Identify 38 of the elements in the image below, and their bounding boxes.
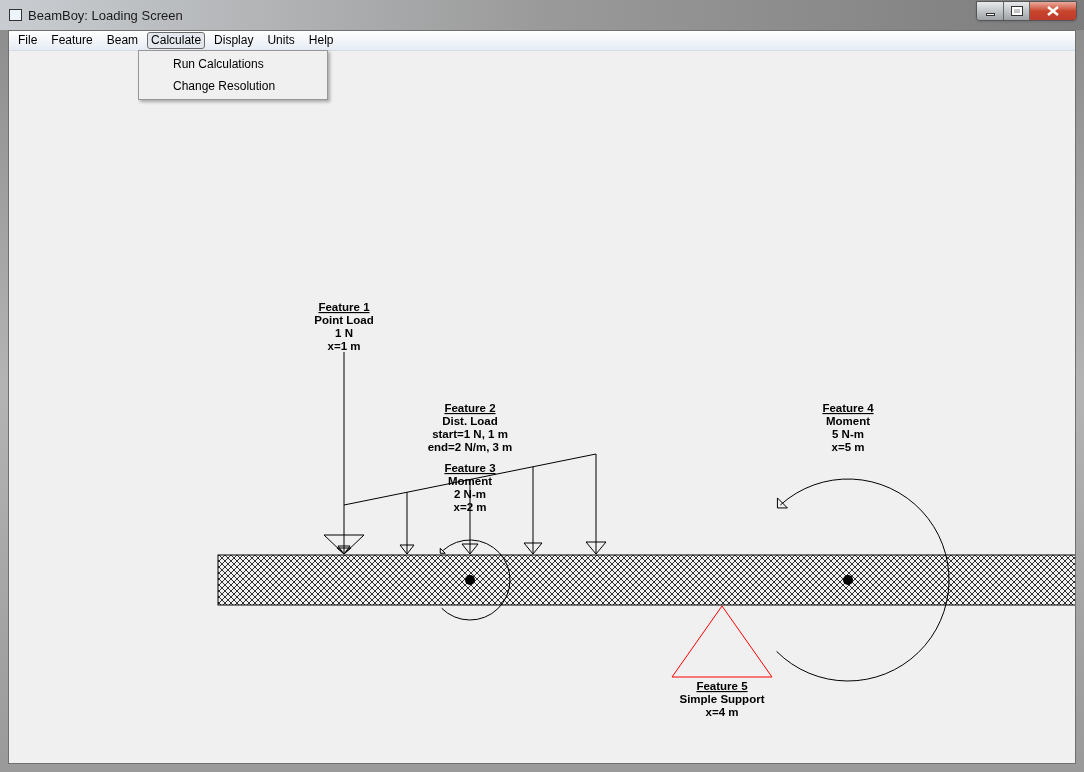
feature-label: start=1 N, 1 m [432,428,508,440]
feature-label: x=4 m [705,706,739,718]
feature-label: Moment [447,475,493,487]
feature-label: end=2 N/m, 3 m [427,441,513,453]
minimize-button[interactable] [977,2,1004,20]
close-icon [1047,6,1059,16]
feature-label: x=1 m [327,340,361,352]
minimize-icon [985,13,995,16]
window-title: BeamBoy: Loading Screen [28,7,183,25]
dropdown-item[interactable]: Change Resolution [139,75,327,97]
menu-item[interactable]: Help [303,32,339,49]
feature-label: 5 N-m [832,428,864,440]
feature-title: Feature 3 [444,462,496,474]
menu-item[interactable]: Beam [101,32,144,49]
feature-title: Feature 5 [696,680,748,692]
menu-item[interactable]: Feature [46,32,98,49]
feature-label: x=5 m [831,441,865,453]
menu-item[interactable]: File [13,32,43,49]
maximize-button[interactable] [1004,2,1030,20]
app-icon [9,9,22,21]
menu-item[interactable]: Display [209,32,259,49]
load-arrow [337,545,351,555]
feature-title: Feature 2 [444,402,496,414]
feature-label: Moment [825,415,871,427]
close-button[interactable] [1030,2,1076,20]
feature-label: Dist. Load [442,415,498,427]
feature-label: Simple Support [679,693,765,705]
feature-label: 1 N [335,327,353,339]
menu-item[interactable]: Calculate [147,32,206,49]
feature-label: 2 N-m [454,488,486,500]
feature-label: x=2 m [453,501,487,513]
menu-item[interactable]: Units [262,32,300,49]
maximize-icon [1011,7,1022,15]
feature-label: Point Load [314,314,374,326]
feature-title: Feature 1 [318,301,370,313]
load-arrow [399,491,415,555]
dropdown-item[interactable]: Run Calculations [139,53,327,75]
feature-title: Feature 4 [822,402,874,414]
